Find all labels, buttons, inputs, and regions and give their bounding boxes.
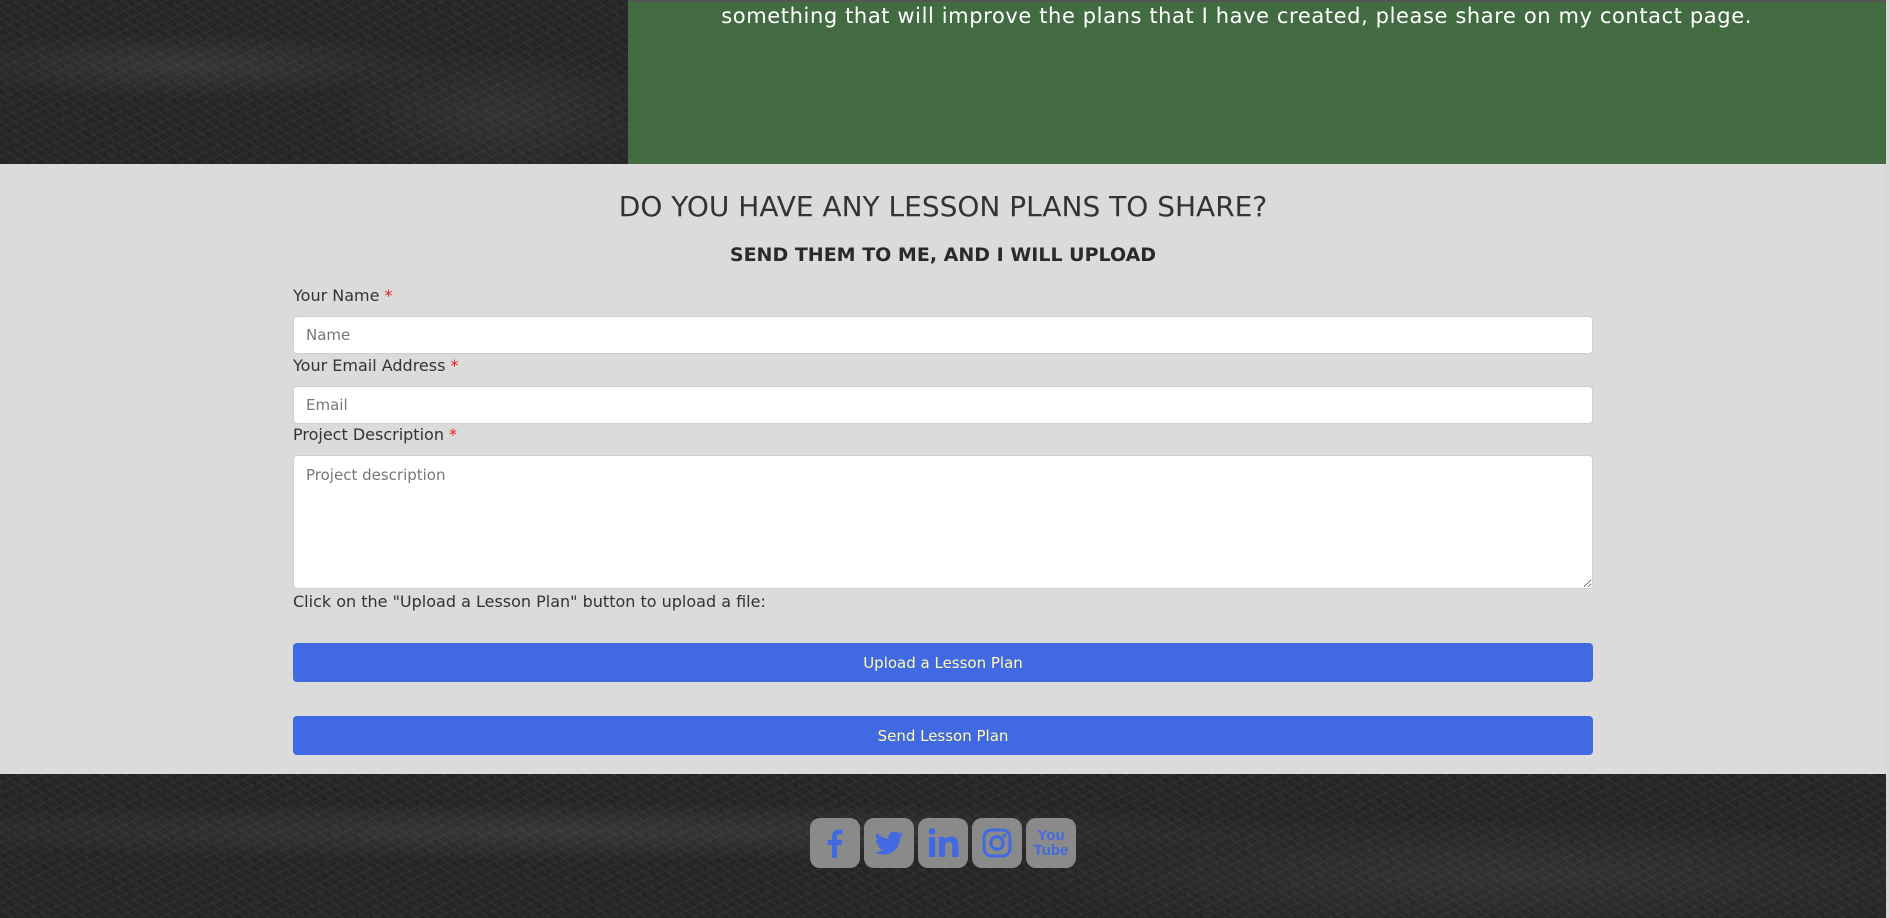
intro-panel: something that will improve the plans th… bbox=[628, 0, 1886, 166]
top-band: something that will improve the plans th… bbox=[0, 0, 1890, 166]
section-subheading: SEND THEM TO ME, AND I WILL UPLOAD bbox=[729, 244, 1157, 266]
name-input[interactable] bbox=[293, 316, 1593, 354]
email-label: Your Email Address * bbox=[293, 356, 459, 375]
lesson-plan-form-section: DO YOU HAVE ANY LESSON PLANS TO SHARE? S… bbox=[0, 164, 1886, 774]
social-links: You Tube bbox=[810, 818, 1076, 868]
intro-text: something that will improve the plans th… bbox=[721, 4, 1752, 28]
email-input[interactable] bbox=[293, 386, 1593, 424]
linkedin-link[interactable] bbox=[918, 818, 968, 868]
upload-lesson-plan-button[interactable]: Upload a Lesson Plan bbox=[293, 643, 1593, 682]
required-marker: * bbox=[449, 425, 458, 444]
window-edge bbox=[1886, 0, 1890, 918]
twitter-icon bbox=[874, 831, 903, 855]
twitter-link[interactable] bbox=[864, 818, 914, 868]
facebook-link[interactable] bbox=[810, 818, 860, 868]
upload-hint: Click on the "Upload a Lesson Plan" butt… bbox=[293, 592, 766, 611]
description-label: Project Description * bbox=[293, 425, 458, 444]
description-textarea[interactable] bbox=[293, 455, 1593, 589]
section-heading: DO YOU HAVE ANY LESSON PLANS TO SHARE? bbox=[618, 190, 1268, 223]
youtube-link[interactable]: You Tube bbox=[1026, 818, 1076, 868]
required-marker: * bbox=[450, 356, 459, 375]
linkedin-icon bbox=[928, 828, 959, 857]
instagram-icon bbox=[982, 828, 1012, 858]
instagram-link[interactable] bbox=[972, 818, 1022, 868]
send-lesson-plan-button[interactable]: Send Lesson Plan bbox=[293, 716, 1593, 755]
required-marker: * bbox=[384, 286, 393, 305]
youtube-icon: You Tube bbox=[1033, 827, 1069, 859]
chalkboard-image bbox=[0, 0, 628, 164]
name-label: Your Name * bbox=[293, 286, 393, 305]
facebook-icon bbox=[827, 829, 843, 858]
